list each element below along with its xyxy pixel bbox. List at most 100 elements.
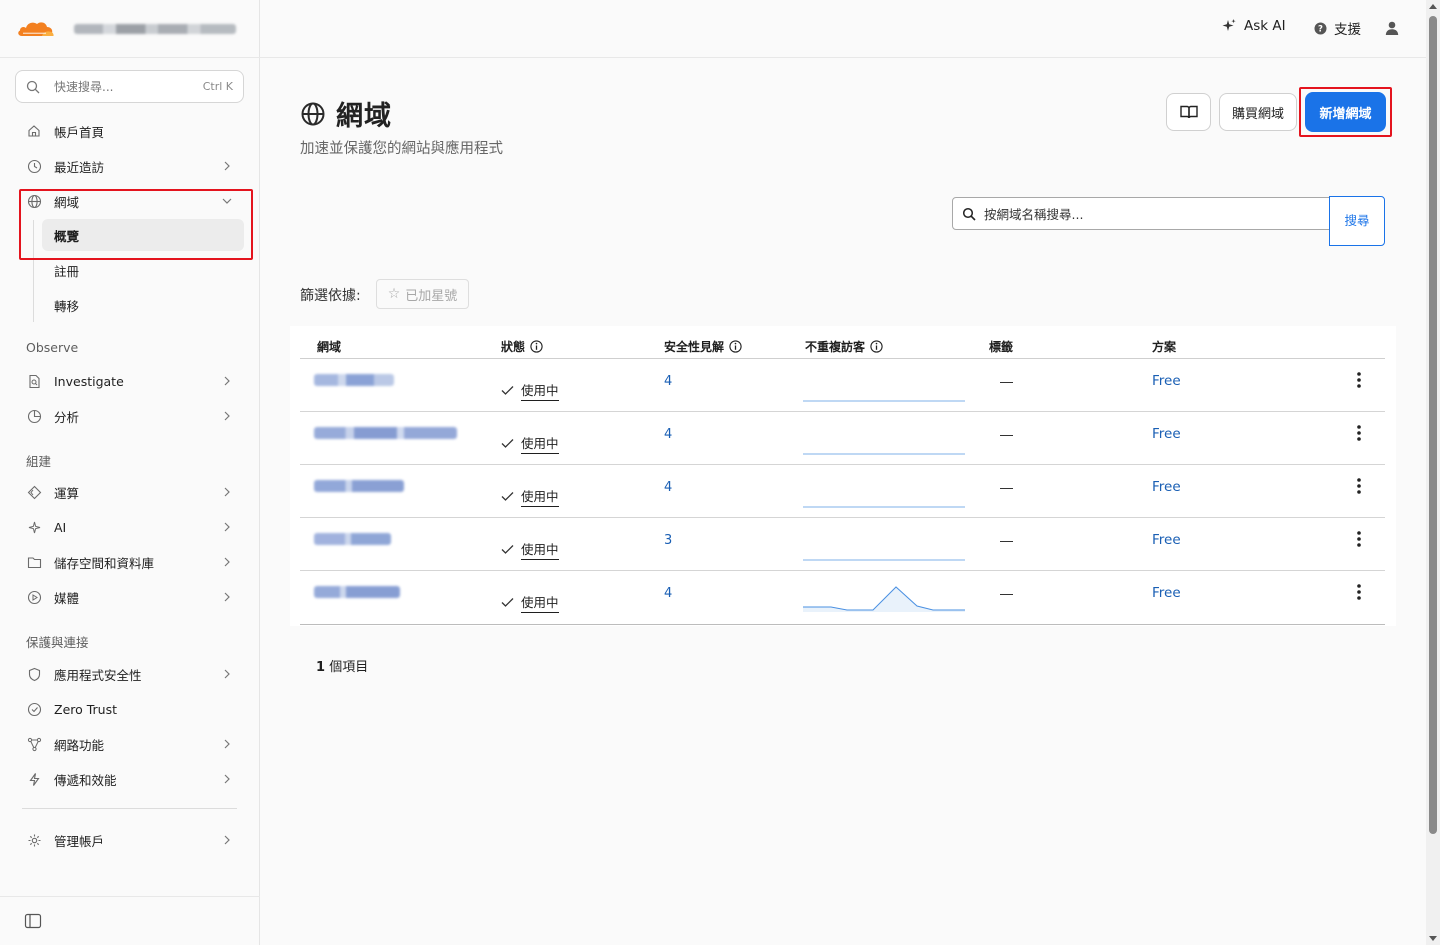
tags-empty — [1000, 541, 1013, 542]
column-header-security[interactable]: 安全性見解 — [664, 338, 742, 355]
sidebar-item-media[interactable]: 媒體 — [20, 581, 246, 613]
tags-empty — [1000, 488, 1013, 489]
more-options-icon[interactable] — [1356, 371, 1362, 389]
domain-search-input[interactable]: 按網域名稱搜尋... — [952, 197, 1330, 230]
chevron-right-icon — [224, 522, 230, 532]
scrollbar-thumb[interactable] — [1429, 16, 1437, 834]
user-menu-button[interactable] — [1385, 21, 1406, 35]
sidebar-item-investigate[interactable]: Investigate — [20, 365, 246, 397]
domain-name-redacted[interactable] — [314, 480, 404, 492]
logo-row — [16, 16, 236, 42]
page-title: 網域 — [300, 94, 392, 133]
status-badge[interactable]: 使用中 — [501, 380, 559, 401]
search-icon — [962, 207, 976, 221]
info-icon[interactable] — [530, 340, 543, 353]
sidebar-item-zero-trust[interactable]: Zero Trust — [20, 693, 246, 725]
plan-link[interactable]: Free — [1152, 373, 1181, 389]
sidebar-item-delivery[interactable]: 傳遞和效能 — [20, 763, 246, 795]
search-icon — [26, 80, 40, 93]
more-options-icon[interactable] — [1356, 530, 1362, 548]
docs-button[interactable] — [1166, 93, 1211, 131]
filter-starred-button[interactable]: ☆ 已加星號 — [376, 279, 469, 309]
status-badge[interactable]: 使用中 — [501, 486, 559, 507]
sidebar-item-label: Zero Trust — [54, 701, 118, 717]
plan-link[interactable]: Free — [1152, 532, 1181, 548]
tags-empty — [1000, 435, 1013, 436]
section-heading-protect: 保護與連接 — [26, 635, 89, 650]
column-header-visitors[interactable]: 不重複訪客 — [805, 338, 883, 355]
security-insights-link[interactable]: 3 — [664, 533, 672, 548]
support-button[interactable]: ? 支援 — [1314, 18, 1361, 38]
sidebar-collapse-icon[interactable] — [24, 913, 42, 929]
security-insights-link[interactable]: 4 — [664, 586, 672, 601]
plan-link[interactable]: Free — [1152, 479, 1181, 495]
check-icon — [501, 439, 514, 448]
domain-name-redacted[interactable] — [314, 533, 391, 545]
sidebar-item-app-security[interactable]: 應用程式安全性 — [20, 658, 246, 690]
status-label: 使用中 — [521, 539, 559, 560]
security-insights-link[interactable]: 4 — [664, 427, 672, 442]
quick-search-input[interactable]: 快速搜尋... Ctrl K — [15, 70, 244, 103]
plan-link[interactable]: Free — [1152, 426, 1181, 442]
scroll-up-icon[interactable] — [1429, 4, 1437, 9]
sidebar-item-ai[interactable]: AI — [20, 511, 246, 543]
ask-ai-button[interactable]: Ask AI — [1221, 18, 1286, 34]
pie-chart-icon — [26, 408, 42, 424]
item-count-number: 1 — [316, 660, 326, 675]
column-header-domain[interactable]: 網域 — [317, 338, 341, 355]
info-icon[interactable] — [870, 340, 883, 353]
account-name-redacted[interactable] — [74, 24, 236, 34]
column-header-tags[interactable]: 標籤 — [989, 338, 1013, 355]
sidebar-subitem-transfer[interactable]: 轉移 — [42, 289, 244, 321]
visitors-sparkline — [803, 506, 965, 508]
sidebar-item-analytics[interactable]: 分析 — [20, 400, 246, 432]
sidebar-item-label: 儲存空間和資料庫 — [54, 555, 155, 571]
sidebar-item-compute[interactable]: 運算 — [20, 476, 246, 508]
column-header-status[interactable]: 狀態 — [501, 338, 543, 355]
tags-empty — [1000, 382, 1013, 383]
cloudflare-logo[interactable] — [16, 19, 56, 39]
scroll-down-icon[interactable] — [1429, 936, 1437, 941]
page-scrollbar[interactable] — [1426, 0, 1440, 945]
column-header-plan[interactable]: 方案 — [1152, 338, 1176, 355]
sidebar-item-recent[interactable]: 最近造訪 — [20, 150, 246, 182]
support-label: 支援 — [1334, 22, 1361, 38]
star-icon: ☆ — [387, 286, 401, 302]
domain-name-redacted[interactable] — [314, 586, 400, 598]
status-badge[interactable]: 使用中 — [501, 433, 559, 454]
status-badge[interactable]: 使用中 — [501, 592, 559, 613]
domain-name-redacted[interactable] — [314, 374, 394, 386]
sidebar-item-manage-account[interactable]: 管理帳戶 — [20, 824, 246, 856]
domain-name-redacted[interactable] — [314, 427, 457, 439]
section-heading-build: 組建 — [26, 454, 52, 469]
folder-icon — [26, 554, 42, 570]
row-divider — [300, 464, 1385, 465]
divider — [0, 896, 260, 897]
page-subtitle: 加速並保護您的網站與應用程式 — [300, 141, 503, 157]
sidebar-item-networking[interactable]: 網路功能 — [20, 728, 246, 760]
security-insights-link[interactable]: 4 — [664, 480, 672, 495]
sidebar-item-home[interactable]: 帳戶首頁 — [20, 115, 246, 147]
table-header-divider — [300, 358, 1385, 359]
sidebar-item-label: 網路功能 — [54, 737, 105, 753]
info-icon[interactable] — [729, 340, 742, 353]
status-badge[interactable]: 使用中 — [501, 539, 559, 560]
chevron-right-icon — [224, 592, 230, 602]
visitors-sparkline — [803, 559, 965, 561]
status-label: 使用中 — [521, 486, 559, 507]
network-icon — [26, 736, 42, 752]
check-icon — [501, 545, 514, 554]
more-options-icon[interactable] — [1356, 583, 1362, 601]
item-count-label: 個項目 — [329, 660, 369, 675]
status-label: 使用中 — [521, 380, 559, 401]
security-insights-link[interactable]: 4 — [664, 374, 672, 389]
more-options-icon[interactable] — [1356, 477, 1362, 495]
column-header-label: 不重複訪客 — [805, 340, 866, 354]
more-options-icon[interactable] — [1356, 424, 1362, 442]
chevron-right-icon — [224, 669, 230, 679]
buy-domain-button[interactable]: 購買網域 — [1219, 93, 1297, 131]
plan-link[interactable]: Free — [1152, 585, 1181, 601]
domain-search-button[interactable]: 搜尋 — [1329, 196, 1385, 246]
shield-icon — [26, 666, 42, 682]
sidebar-item-storage[interactable]: 儲存空間和資料庫 — [20, 546, 246, 578]
